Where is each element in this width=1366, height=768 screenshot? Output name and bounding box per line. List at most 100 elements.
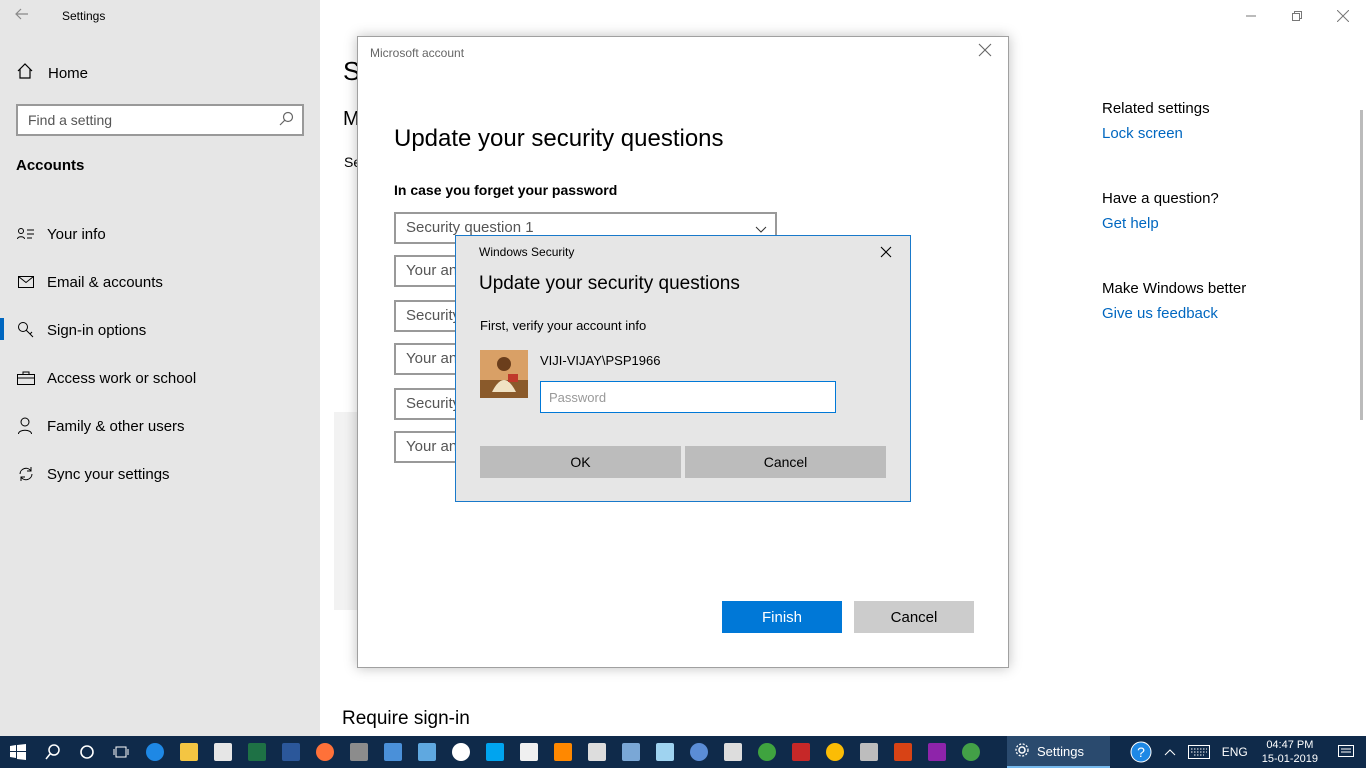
search-icon[interactable] <box>36 736 70 768</box>
chevron-up-icon[interactable] <box>1158 747 1182 757</box>
dialog-subheading: In case you forget your password <box>394 182 618 198</box>
ok-button[interactable]: OK <box>480 446 681 478</box>
windows-logo-icon <box>10 744 26 760</box>
field-placeholder: Your an <box>406 350 458 367</box>
dialog-title: Microsoft account <box>370 46 465 60</box>
app-icon[interactable] <box>342 736 376 768</box>
cortana-icon[interactable] <box>70 736 104 768</box>
person-add-icon <box>16 416 36 436</box>
get-help-link[interactable]: Get help <box>1102 215 1342 232</box>
help-icon[interactable]: ? <box>1124 741 1158 763</box>
calendar-icon[interactable] <box>512 736 546 768</box>
app-icon[interactable] <box>954 736 988 768</box>
edge-icon[interactable] <box>138 736 172 768</box>
clock-date: 15-01-2019 <box>1261 753 1318 765</box>
close-icon[interactable] <box>978 43 994 59</box>
sidebar-item-label: Email & accounts <box>47 273 163 291</box>
sidebar-nav: Your info Email & accounts Sign-in optio… <box>0 210 320 498</box>
make-better-heading: Make Windows better <box>1102 280 1247 297</box>
chevron-down-icon <box>755 222 767 234</box>
clock-time: 04:47 PM <box>1266 739 1314 751</box>
password-box[interactable] <box>540 381 836 413</box>
window-controls <box>1228 0 1366 32</box>
windows-security-dialog: Windows Security Update your security qu… <box>455 235 911 502</box>
sidebar-item-sync[interactable]: Sync your settings <box>0 450 320 498</box>
file-explorer-icon[interactable] <box>172 736 206 768</box>
app-icon[interactable] <box>614 736 648 768</box>
require-sign-in-heading: Require sign-in <box>342 708 470 729</box>
field-placeholder: Your an <box>406 438 458 455</box>
sidebar-item-label: Family & other users <box>47 417 185 435</box>
window-title: Settings <box>62 9 106 23</box>
feedback-link[interactable]: Give us feedback <box>1102 305 1342 322</box>
cancel-button[interactable]: Cancel <box>854 601 974 633</box>
taskbar: Settings ? ENG 04:47 PM 15-01-2019 <box>0 736 1366 768</box>
app-icon[interactable] <box>750 736 784 768</box>
mail-icon <box>16 272 36 292</box>
onedrive-icon[interactable] <box>444 736 478 768</box>
sync-icon <box>16 464 36 484</box>
search-icon[interactable] <box>278 111 294 127</box>
keyboard-app-icon[interactable] <box>410 736 444 768</box>
chrome-icon[interactable] <box>818 736 852 768</box>
related-panel: Related settings Lock screen Have a ques… <box>1102 100 1342 370</box>
lock-screen-link[interactable]: Lock screen <box>1102 125 1342 142</box>
sidebar-item-family[interactable]: Family & other users <box>0 402 320 450</box>
start-button[interactable] <box>0 736 36 768</box>
minimize-button[interactable] <box>1228 0 1274 32</box>
clock[interactable]: 04:47 PM 15-01-2019 <box>1254 738 1326 766</box>
dialog-heading: Update your security questions <box>479 273 740 294</box>
notification-icon[interactable] <box>1326 745 1366 759</box>
close-icon[interactable] <box>880 245 894 259</box>
windows-app-icon[interactable] <box>478 736 512 768</box>
back-arrow-icon[interactable] <box>14 6 34 26</box>
home-icon <box>16 62 34 84</box>
notes-icon[interactable] <box>648 736 682 768</box>
scrollbar[interactable] <box>1360 110 1363 420</box>
vlc-icon[interactable] <box>546 736 580 768</box>
field-placeholder: Your an <box>406 262 458 279</box>
sidebar-item-label: Your info <box>47 225 106 243</box>
word-icon[interactable] <box>274 736 308 768</box>
question-heading: Have a question? <box>1102 190 1219 207</box>
restore-button[interactable] <box>1274 0 1320 32</box>
language-indicator[interactable]: ENG <box>1216 745 1254 759</box>
sidebar-item-access-work[interactable]: Access work or school <box>0 354 320 402</box>
sidebar-item-sign-in-options[interactable]: Sign-in options <box>0 306 320 354</box>
home-nav-item[interactable]: Home <box>16 62 88 84</box>
store-icon[interactable] <box>206 736 240 768</box>
app-icon[interactable] <box>852 736 886 768</box>
key-icon <box>16 320 36 340</box>
close-button[interactable] <box>1320 0 1366 32</box>
app-icon[interactable] <box>784 736 818 768</box>
finish-button[interactable]: Finish <box>722 601 842 633</box>
app-icon[interactable] <box>682 736 716 768</box>
home-label: Home <box>48 64 89 82</box>
taskbar-settings-button[interactable]: Settings <box>1007 736 1110 768</box>
excel-icon[interactable] <box>240 736 274 768</box>
search-box[interactable] <box>16 104 304 136</box>
cancel-button[interactable]: Cancel <box>685 446 886 478</box>
task-view-icon[interactable] <box>104 736 138 768</box>
sidebar-item-label: Sync your settings <box>47 465 170 483</box>
sidebar-item-label: Access work or school <box>47 369 197 387</box>
keyboard-icon[interactable] <box>1182 745 1216 759</box>
avatar <box>480 350 528 398</box>
firefox-icon[interactable] <box>308 736 342 768</box>
calculator-icon[interactable] <box>716 736 750 768</box>
search-input[interactable] <box>18 106 258 134</box>
section-heading: Accounts <box>16 157 85 174</box>
system-tray: ? ENG 04:47 PM 15-01-2019 <box>1124 736 1366 768</box>
sidebar-item-email[interactable]: Email & accounts <box>0 258 320 306</box>
sidebar-item-label: Sign-in options <box>47 321 147 339</box>
account-username: VIJI-VIJAY\PSP1966 <box>540 353 661 368</box>
mail-icon[interactable] <box>580 736 614 768</box>
field-placeholder: Security <box>406 395 461 412</box>
app-icon[interactable] <box>886 736 920 768</box>
dialog-subtitle: First, verify your account info <box>480 318 647 333</box>
app-icon[interactable] <box>376 736 410 768</box>
winrar-icon[interactable] <box>920 736 954 768</box>
password-field[interactable] <box>541 382 835 412</box>
svg-text:?: ? <box>1137 744 1145 760</box>
sidebar-item-your-info[interactable]: Your info <box>0 210 320 258</box>
